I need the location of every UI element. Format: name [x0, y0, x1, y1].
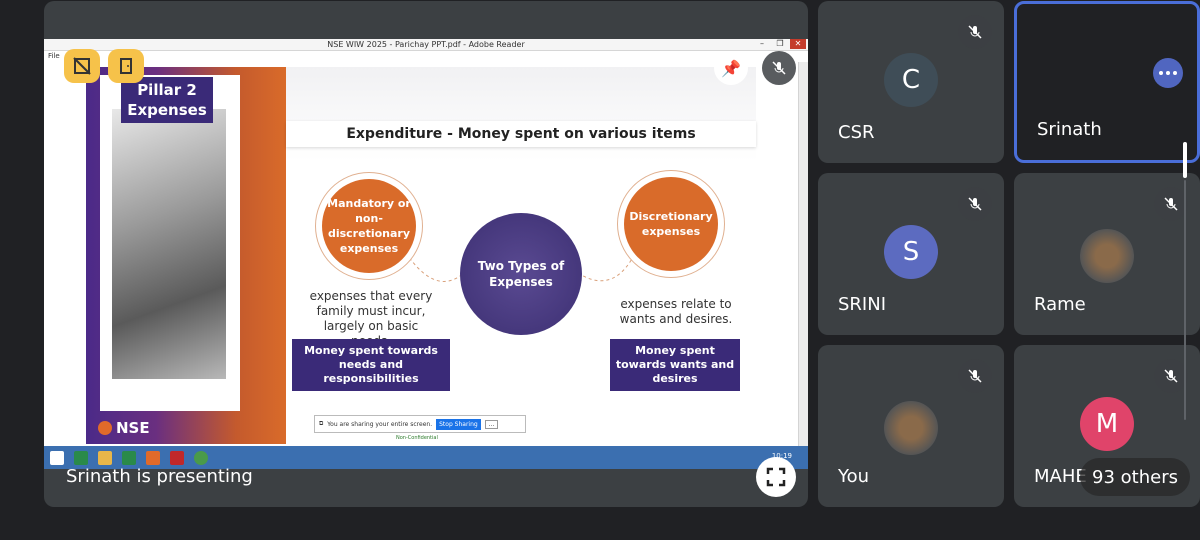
participant-name: CSR — [838, 122, 875, 143]
mic-off-icon — [958, 359, 992, 393]
share-more-button[interactable]: ... — [484, 419, 499, 429]
participant-tile[interactable]: Rame — [1014, 173, 1200, 335]
windows-start-icon[interactable] — [50, 450, 64, 465]
discretionary-expenses-circle: Discretionary expenses — [624, 177, 718, 271]
participant-name: Rame — [1034, 294, 1086, 315]
screen-share-bar: ⧉ You are sharing your entire screen. St… — [314, 415, 526, 433]
minimize-icon[interactable]: – — [754, 39, 770, 49]
avatar: C — [884, 53, 938, 107]
pillar-line1: Pillar 2 — [137, 81, 197, 99]
door-icon — [120, 58, 132, 74]
two-types-circle: Two Types of Expenses — [460, 213, 582, 335]
avatar — [1080, 229, 1134, 283]
vertical-scrollbar[interactable] — [798, 62, 808, 446]
mic-off-icon — [1154, 359, 1188, 393]
presenter-mic-off — [762, 51, 796, 85]
shared-screen: NSE WIW 2025 - Parichay PPT.pdf - Adobe … — [44, 39, 808, 469]
spreadsheet-icon[interactable] — [122, 450, 136, 465]
avatar: M — [1080, 397, 1134, 451]
chrome-icon[interactable] — [194, 450, 208, 465]
needs-box: Money spent towards needs and responsibi… — [292, 339, 450, 391]
non-confidential-label: Non-Confidential — [396, 435, 438, 441]
folder-icon[interactable] — [98, 450, 112, 465]
avatar: S — [884, 225, 938, 279]
pillar-line2: Expenses — [127, 101, 207, 119]
participant-name: Srinath — [1037, 119, 1102, 140]
mic-off-icon — [958, 187, 992, 221]
mic-off-icon — [1154, 187, 1188, 221]
tile-scroll-track[interactable] — [1184, 180, 1186, 420]
discretionary-description: expenses relate to wants and desires. — [619, 297, 733, 326]
pin-icon: 📌 — [721, 58, 741, 78]
wants-box: Money spent towards wants and desires — [610, 339, 740, 391]
nse-logo: NSE — [98, 419, 150, 437]
window-controls: – ❐ ✕ — [754, 39, 806, 51]
close-icon[interactable]: ✕ — [790, 39, 806, 49]
presentation-stage: NSE WIW 2025 - Parichay PPT.pdf - Adobe … — [44, 1, 808, 507]
pillar-tag: Pillar 2 Expenses — [121, 77, 213, 123]
participant-tile[interactable]: S SRINI — [818, 173, 1004, 335]
participant-tile[interactable]: C CSR — [818, 1, 1004, 163]
hide-share-button[interactable] — [64, 49, 100, 83]
participant-name: MAHE — [1034, 466, 1087, 487]
fullscreen-button[interactable] — [756, 457, 796, 497]
participant-tile[interactable]: You — [818, 345, 1004, 507]
firefox-icon[interactable] — [146, 450, 160, 465]
grid-off-icon — [73, 57, 91, 75]
share-message: You are sharing your entire screen. — [327, 420, 433, 428]
participant-tile[interactable]: Srinath — [1014, 1, 1200, 163]
window-title: NSE WIW 2025 - Parichay PPT.pdf - Adobe … — [44, 39, 808, 51]
participant-name: You — [838, 466, 870, 487]
slide-left-panel: Pillar 2 Expenses NSE — [86, 67, 286, 444]
fullscreen-icon — [766, 467, 786, 487]
share-icon: ⧉ — [319, 420, 324, 427]
pin-button[interactable]: 📌 — [714, 51, 748, 85]
calculator-photo — [112, 109, 226, 379]
speaking-icon — [1153, 58, 1183, 88]
menu-file[interactable]: File — [44, 51, 60, 62]
mic-off-icon — [772, 61, 786, 75]
slide: Pillar 2 Expenses NSE Expenditure - Mone… — [86, 67, 756, 444]
others-count-button[interactable]: 93 others — [1080, 458, 1190, 496]
presenter-label: Srinath is presenting — [66, 466, 253, 487]
nse-logo-text: NSE — [116, 419, 150, 437]
avatar — [884, 401, 938, 455]
stop-sharing-button[interactable]: Stop Sharing — [436, 418, 481, 430]
mic-off-icon — [958, 15, 992, 49]
restore-icon[interactable]: ❐ — [772, 39, 788, 49]
nse-mark-icon — [98, 421, 112, 435]
excel-icon[interactable] — [74, 450, 88, 465]
participant-name: SRINI — [838, 294, 887, 315]
exit-button[interactable] — [108, 49, 144, 83]
adobe-reader-icon[interactable] — [170, 450, 184, 465]
tile-scroll-thumb[interactable] — [1183, 142, 1187, 178]
slide-content: Expenditure - Money spent on various ite… — [286, 67, 756, 444]
mandatory-expenses-circle: Mandatory or non-discretionary expenses — [322, 179, 416, 273]
